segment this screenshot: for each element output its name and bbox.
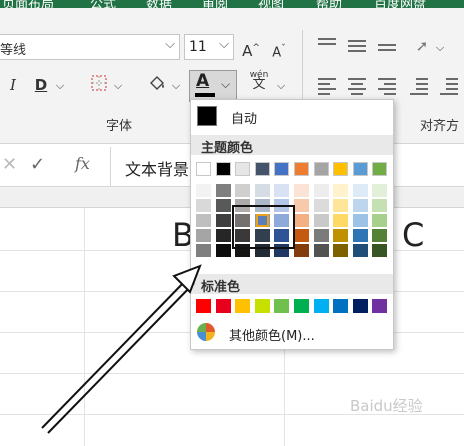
annotation-arrow (41, 264, 202, 434)
excel-window: 页面布局 公式 数据 审阅 视图 帮助 百度网盘 等线 ⌵ 11 ⌵ A^ Aˇ… (0, 0, 464, 446)
watermark-text: Baidu经验 (350, 397, 423, 415)
